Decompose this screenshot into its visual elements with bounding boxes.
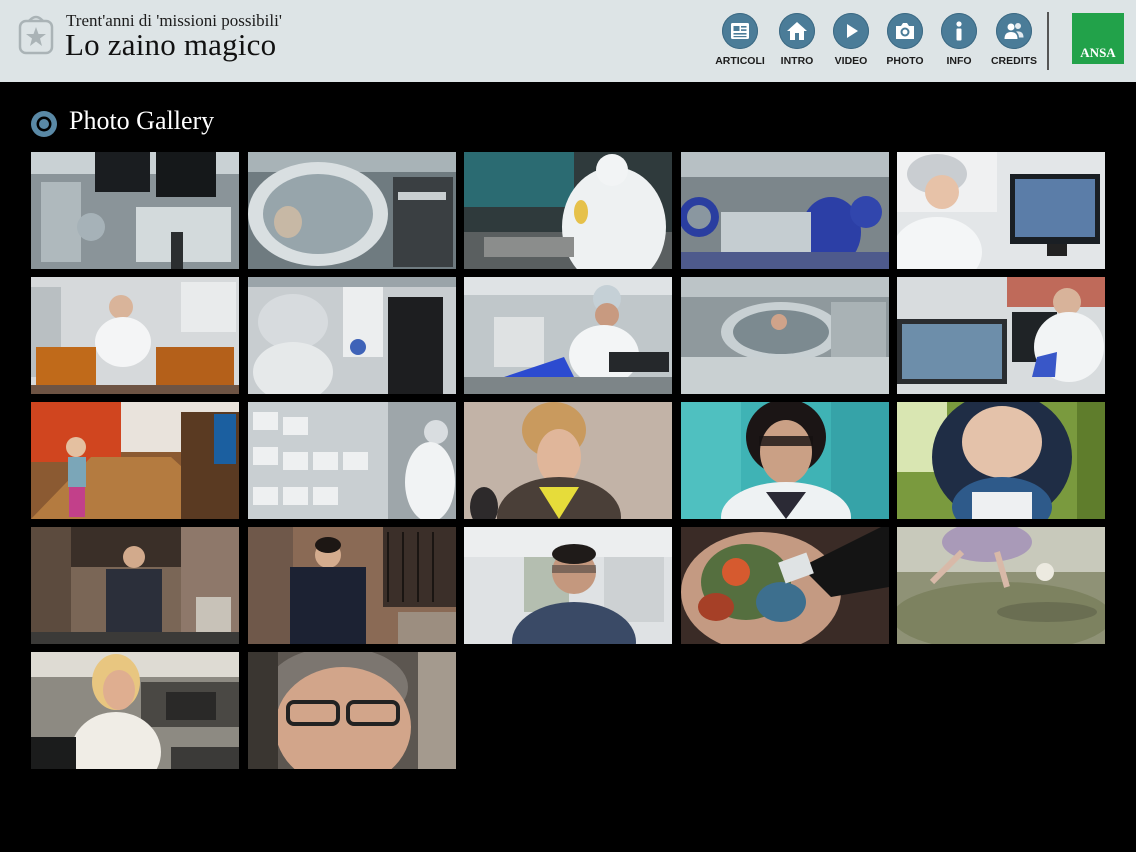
photo-thumbnail[interactable]	[681, 277, 889, 394]
photo-thumbnail[interactable]	[248, 152, 456, 269]
photo-thumbnail[interactable]	[681, 152, 889, 269]
photo-thumbnail[interactable]	[31, 527, 239, 644]
nav-label-photo: PHOTO	[886, 55, 924, 67]
photo-thumbnail[interactable]	[31, 277, 239, 394]
nav-intro[interactable]: INTRO	[767, 13, 827, 67]
ansa-logo-text: ANSA	[1080, 45, 1116, 60]
header-divider	[1047, 12, 1049, 70]
photo-thumbnail[interactable]	[897, 277, 1105, 394]
nav-label-video: VIDEO	[834, 55, 868, 67]
photo-thumbnail[interactable]	[681, 527, 889, 644]
nav-video[interactable]: VIDEO	[821, 13, 881, 67]
home-icon	[779, 13, 815, 49]
app-title: Lo zaino magico	[65, 27, 277, 62]
photo-thumbnail[interactable]	[248, 277, 456, 394]
photo-thumbnail[interactable]	[897, 402, 1105, 519]
photo-thumbnail[interactable]	[681, 402, 889, 519]
photo-thumbnail[interactable]	[248, 652, 456, 769]
photo-thumbnail[interactable]	[31, 652, 239, 769]
newspaper-icon	[722, 13, 758, 49]
nav-credits[interactable]: CREDITS	[984, 13, 1044, 67]
nav-photo[interactable]: PHOTO	[875, 13, 935, 67]
nav-label-info: INFO	[946, 55, 972, 67]
photo-thumbnail[interactable]	[31, 152, 239, 269]
photo-thumbnail[interactable]	[31, 402, 239, 519]
info-icon	[941, 13, 977, 49]
photo-thumbnail[interactable]	[248, 402, 456, 519]
camera-icon	[887, 13, 923, 49]
nav-info[interactable]: INFO	[929, 13, 989, 67]
people-icon	[996, 13, 1032, 49]
nav-label-intro: INTRO	[780, 55, 814, 67]
camera-lens-icon	[31, 111, 57, 137]
app-header: Trent'anni di 'missioni possibili' Lo za…	[0, 0, 1136, 82]
photo-thumbnail[interactable]	[464, 152, 672, 269]
nav-label-credits: CREDITS	[990, 55, 1038, 67]
gallery-title: Photo Gallery	[69, 106, 215, 135]
photo-thumbnail[interactable]	[897, 152, 1105, 269]
photo-thumbnail[interactable]	[464, 277, 672, 394]
photo-thumbnail[interactable]	[464, 402, 672, 519]
photo-thumbnail[interactable]	[464, 527, 672, 644]
nav-label-articoli: ARTICOLI	[715, 55, 765, 67]
ansa-logo[interactable]: ANSA	[1072, 13, 1124, 64]
photo-thumbnail[interactable]	[897, 527, 1105, 644]
play-icon	[833, 13, 869, 49]
photo-thumbnail[interactable]	[248, 527, 456, 644]
nav-articoli[interactable]: ARTICOLI	[710, 13, 770, 67]
backpack-logo-icon	[18, 15, 54, 55]
